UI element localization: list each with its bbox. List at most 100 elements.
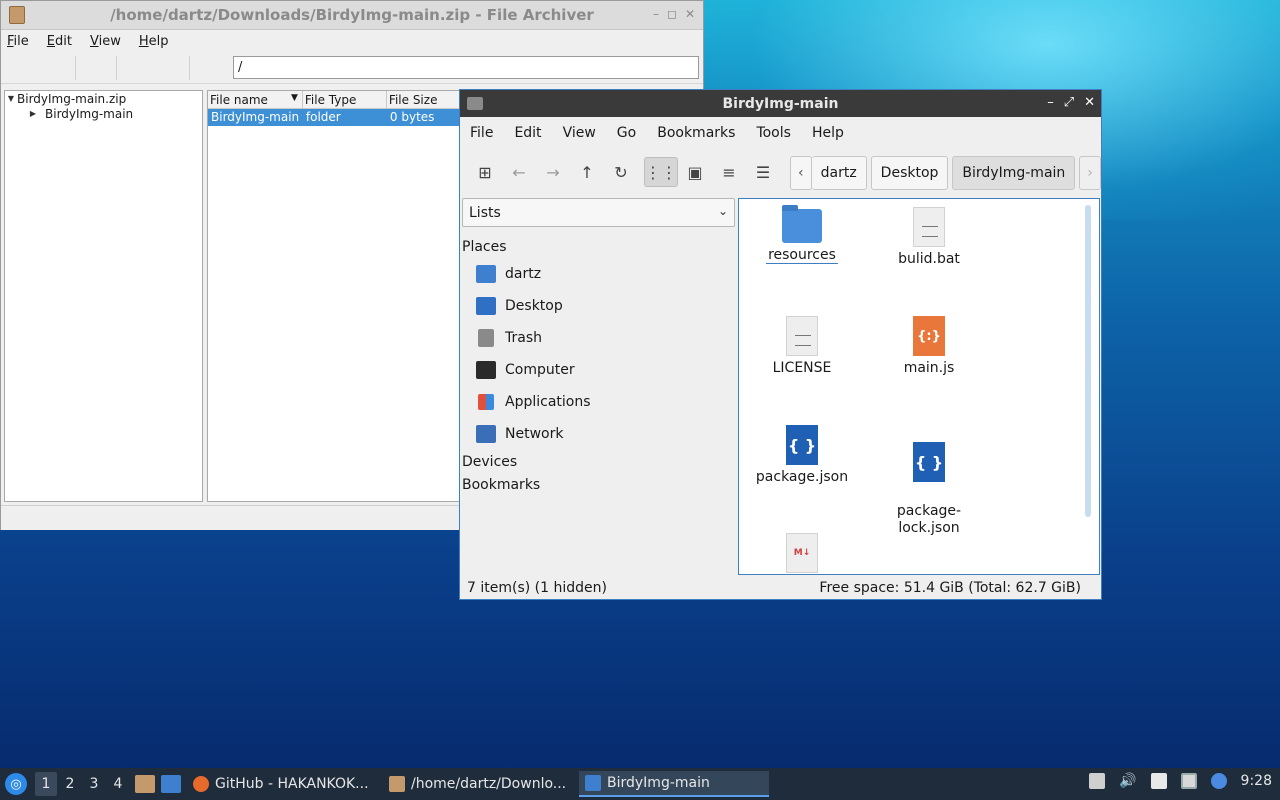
sidebar-item-label: Trash bbox=[505, 330, 542, 346]
folder-icon bbox=[782, 205, 822, 243]
bookmarks-header[interactable]: Bookmarks bbox=[462, 473, 735, 496]
detailed-list-view-icon[interactable]: ☰ bbox=[746, 157, 780, 187]
archiver-menu-help[interactable]: Help bbox=[139, 34, 169, 49]
breadcrumb-scroll-right-icon[interactable]: › bbox=[1079, 156, 1101, 190]
file-item-package-json[interactable]: { } package.json bbox=[747, 425, 857, 485]
maximize-icon[interactable]: ⤢ bbox=[1064, 95, 1074, 110]
minimize-icon[interactable]: – bbox=[1047, 95, 1054, 110]
up-arrow-icon[interactable]: ↑ bbox=[570, 157, 604, 187]
archiver-toolbar: / bbox=[1, 52, 703, 84]
file-manager-window: BirdyImg-main – ⤢ ✕ File Edit View Go Bo… bbox=[459, 89, 1102, 600]
volume-icon[interactable]: 🔊 bbox=[1119, 773, 1136, 789]
fm-menu-edit[interactable]: Edit bbox=[514, 125, 541, 141]
places-header[interactable]: Places bbox=[462, 235, 735, 258]
vertical-scrollbar[interactable] bbox=[1085, 205, 1091, 517]
fm-menu-help[interactable]: Help bbox=[812, 125, 844, 141]
forward-arrow-icon[interactable]: → bbox=[536, 157, 570, 187]
show-desktop-icon[interactable] bbox=[161, 775, 181, 793]
archiver-menubar: File Edit View Help bbox=[1, 30, 703, 52]
archiver-menu-edit[interactable]: Edit bbox=[47, 34, 72, 49]
reload-icon[interactable]: ↻ bbox=[604, 157, 638, 187]
archive-file-list[interactable]: File name ▼ File Type File Size BirdyImg… bbox=[207, 90, 467, 502]
fm-menu-view[interactable]: View bbox=[563, 125, 596, 141]
clipboard-icon[interactable] bbox=[1150, 773, 1167, 789]
sidebar-item-dartz[interactable]: dartz bbox=[462, 258, 735, 290]
file-item-resources[interactable]: resources bbox=[747, 205, 857, 264]
toolbar-separator bbox=[116, 56, 117, 80]
sidebar-item-label: dartz bbox=[505, 266, 542, 282]
maximize-icon[interactable]: ◻ bbox=[667, 7, 677, 21]
archiver-menu-view[interactable]: View bbox=[90, 34, 121, 49]
workspace-1[interactable]: 1 bbox=[35, 772, 57, 796]
clock[interactable]: 9:28 bbox=[1241, 773, 1272, 789]
file-item-main-js[interactable]: {:} main.js bbox=[874, 316, 984, 376]
file-item-package-lock-json[interactable]: { } package- lock.json bbox=[874, 425, 984, 537]
archiver-menu-file[interactable]: File bbox=[7, 34, 29, 49]
task-file-manager[interactable]: BirdyImg-main bbox=[579, 771, 769, 797]
archiver-window-title: /home/dartz/Downloads/BirdyImg-main.zip … bbox=[110, 6, 594, 24]
breadcrumb: ‹ dartz Desktop BirdyImg-main › bbox=[790, 156, 1101, 190]
breadcrumb-item-dartz[interactable]: dartz bbox=[811, 156, 867, 190]
column-file-name[interactable]: File name ▼ bbox=[208, 91, 303, 108]
workspace-2[interactable]: 2 bbox=[59, 772, 81, 796]
eject-icon[interactable] bbox=[1089, 773, 1106, 789]
sidebar-item-label: Network bbox=[505, 426, 564, 442]
archiver-titlebar[interactable]: /home/dartz/Downloads/BirdyImg-main.zip … bbox=[1, 1, 703, 30]
start-menu-icon[interactable]: ◎ bbox=[5, 773, 27, 795]
notification-icon[interactable] bbox=[1210, 773, 1227, 789]
compact-view-icon[interactable]: ≡ bbox=[712, 157, 746, 187]
sidebar-item-trash[interactable]: Trash bbox=[462, 322, 735, 354]
fm-statusbar: 7 item(s) (1 hidden) Free space: 51.4 Gi… bbox=[460, 577, 1101, 599]
minimize-icon[interactable]: – bbox=[653, 7, 659, 21]
trash-icon bbox=[478, 329, 494, 347]
icon-view-icon[interactable]: ⋮⋮ bbox=[644, 157, 678, 187]
back-arrow-icon[interactable]: ← bbox=[502, 157, 536, 187]
archive-path-input[interactable]: / bbox=[233, 56, 699, 79]
file-item-license[interactable]: LICENSE bbox=[747, 316, 857, 376]
file-manager-launcher-icon[interactable] bbox=[135, 775, 155, 793]
devices-header[interactable]: Devices bbox=[462, 450, 735, 473]
fm-menu-go[interactable]: Go bbox=[617, 125, 636, 141]
computer-icon bbox=[476, 361, 496, 379]
cell-file-type: folder bbox=[305, 110, 341, 124]
fm-menu-tools[interactable]: Tools bbox=[756, 125, 791, 141]
markdown-file-icon: M↓ bbox=[786, 533, 818, 573]
thumbnail-view-icon[interactable]: ▣ bbox=[678, 157, 712, 187]
file-item-label: package- lock.json bbox=[896, 503, 962, 536]
breadcrumb-scroll-left-icon[interactable]: ‹ bbox=[790, 156, 812, 190]
file-item-markdown[interactable]: M↓ bbox=[747, 533, 857, 574]
tree-item-label: BirdyImg-main.zip bbox=[17, 91, 127, 106]
fm-titlebar[interactable]: BirdyImg-main – ⤢ ✕ bbox=[460, 90, 1101, 117]
tree-item-root[interactable]: ▼ BirdyImg-main.zip bbox=[5, 91, 202, 106]
column-file-size[interactable]: File Size bbox=[387, 91, 466, 108]
side-pane-mode-select[interactable]: Lists ⌄ bbox=[462, 198, 735, 227]
expander-closed-icon[interactable]: ▶ bbox=[27, 109, 39, 118]
side-panel: Places dartz Desktop Trash Computer Appl… bbox=[462, 235, 735, 496]
json-file-icon: { } bbox=[786, 425, 818, 465]
new-tab-icon[interactable]: ⊞ bbox=[468, 157, 502, 187]
table-row[interactable]: BirdyImg-main folder 0 bytes bbox=[208, 109, 466, 126]
sidebar-item-network[interactable]: Network bbox=[462, 418, 735, 450]
column-file-type[interactable]: File Type bbox=[303, 91, 387, 108]
task-firefox[interactable]: GitHub - HAKANKOK... bbox=[187, 771, 377, 797]
toolbar-separator bbox=[75, 56, 76, 80]
sidebar-item-computer[interactable]: Computer bbox=[462, 354, 735, 386]
workspace-4[interactable]: 4 bbox=[107, 772, 129, 796]
tree-item-folder[interactable]: ▶ BirdyImg-main bbox=[5, 106, 202, 121]
sidebar-item-desktop[interactable]: Desktop bbox=[462, 290, 735, 322]
expander-open-icon[interactable]: ▼ bbox=[5, 94, 17, 103]
archive-tree-view[interactable]: ▼ BirdyImg-main.zip ▶ BirdyImg-main bbox=[4, 90, 203, 502]
task-file-archiver[interactable]: /home/dartz/Downlo... bbox=[383, 771, 573, 797]
network-tray-icon[interactable] bbox=[1180, 773, 1197, 789]
file-icon-view[interactable]: resources bulid.bat LICENSE {:} main.js … bbox=[738, 198, 1100, 575]
breadcrumb-item-desktop[interactable]: Desktop bbox=[870, 156, 949, 190]
breadcrumb-item-current[interactable]: BirdyImg-main bbox=[952, 156, 1076, 190]
close-icon[interactable]: ✕ bbox=[685, 7, 695, 21]
fm-menu-file[interactable]: File bbox=[470, 125, 493, 141]
workspace-3[interactable]: 3 bbox=[83, 772, 105, 796]
task-label: BirdyImg-main bbox=[607, 775, 710, 791]
file-item-bulid-bat[interactable]: bulid.bat bbox=[874, 207, 984, 267]
fm-menu-bookmarks[interactable]: Bookmarks bbox=[657, 125, 735, 141]
close-icon[interactable]: ✕ bbox=[1084, 95, 1095, 110]
sidebar-item-applications[interactable]: Applications bbox=[462, 386, 735, 418]
